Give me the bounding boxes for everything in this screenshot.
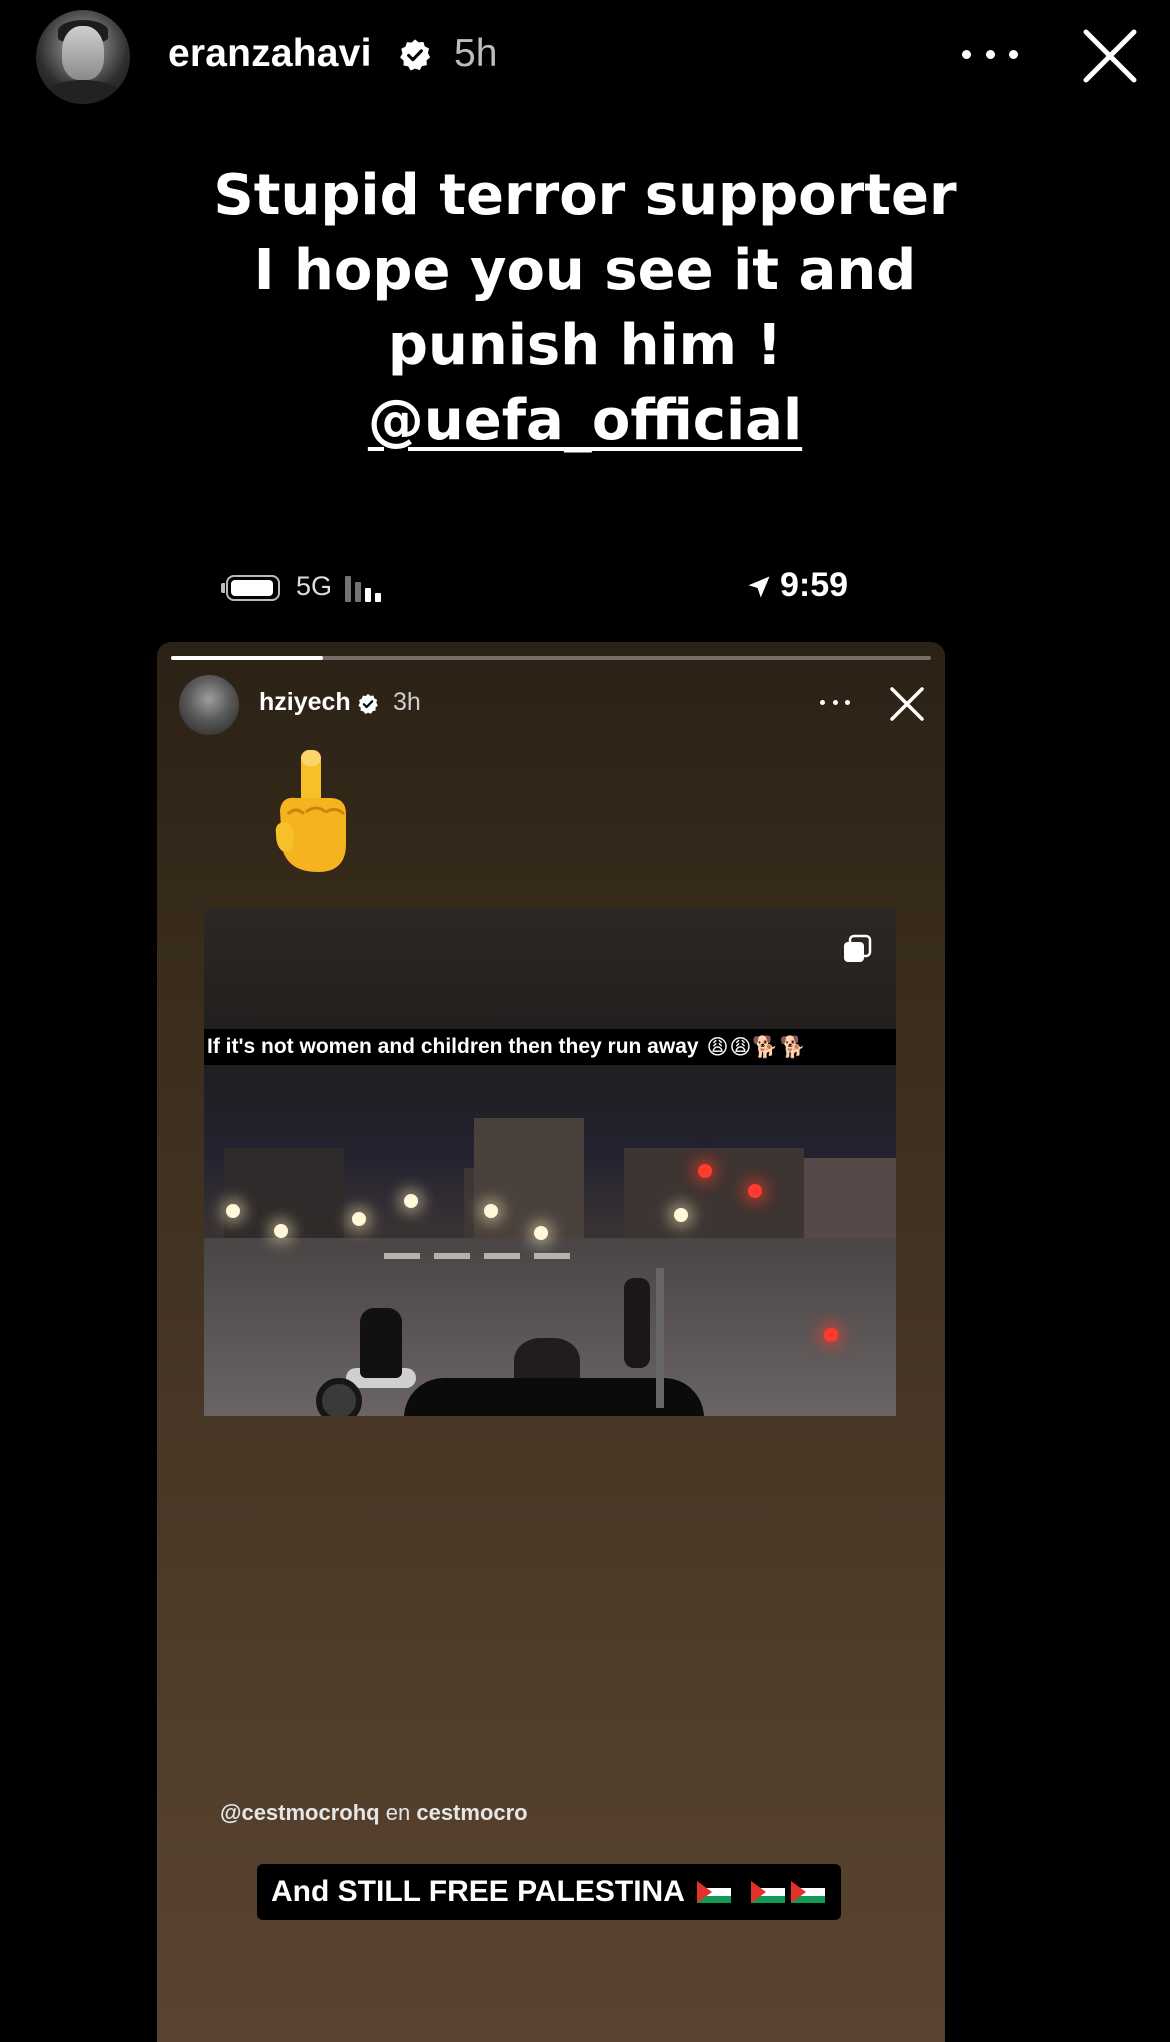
car-light — [824, 1328, 838, 1342]
pedestrian — [624, 1278, 650, 1368]
street-light — [404, 1194, 418, 1208]
background-building — [474, 1118, 584, 1238]
caption-line: punish him ! — [387, 313, 783, 378]
scooter-wheel — [316, 1378, 362, 1416]
sticker-text: And STILL FREE PALESTINA — [271, 1875, 685, 1908]
battery-icon — [226, 575, 280, 601]
street-light — [274, 1224, 288, 1238]
network-type: 5G — [296, 571, 333, 601]
scooter-rider — [360, 1308, 402, 1378]
caption-line: Stupid terror supporter — [213, 163, 957, 228]
street-light — [226, 1204, 240, 1218]
more-options-icon[interactable] — [820, 698, 850, 706]
flag-group — [696, 1881, 825, 1903]
story-caption: Stupid terror supporter I hope you see i… — [140, 158, 1030, 458]
battery-cap — [221, 583, 225, 593]
embedded-story: hziyech 3h If it's not women and childre… — [157, 642, 945, 2042]
story-username[interactable]: eranzahavi — [168, 32, 372, 76]
embedded-avatar[interactable] — [179, 675, 239, 735]
video-text: If it's not women and children then they… — [207, 1035, 699, 1058]
street-light — [484, 1204, 498, 1218]
embedded-username[interactable]: hziyech — [259, 688, 351, 717]
credit-account: cestmocro — [416, 1800, 528, 1825]
video-emojis: 😩😩🐕🐕 — [706, 1035, 807, 1059]
repost-credit[interactable]: @cestmocrohq en cestmocro — [220, 1800, 528, 1826]
caption-line: I hope you see it and — [253, 238, 917, 303]
credit-middle: en — [385, 1800, 411, 1825]
status-clock: 9:59 — [780, 566, 849, 604]
street-light — [352, 1212, 366, 1226]
text-sticker: And STILL FREE PALESTINA — [257, 1864, 841, 1920]
verified-badge-icon — [358, 693, 378, 714]
palestine-flag-icon — [750, 1881, 785, 1903]
story-progress-fill — [171, 656, 323, 660]
copy-icon[interactable] — [840, 932, 874, 966]
palestine-flag-icon — [790, 1881, 825, 1903]
credit-handle: @cestmocrohq — [220, 1800, 380, 1825]
reposted-video[interactable]: If it's not women and children then they… — [204, 908, 896, 1416]
more-options-icon[interactable] — [962, 34, 1018, 74]
location-arrow-icon — [748, 576, 770, 598]
profile-avatar[interactable] — [36, 10, 130, 104]
story-progress-bar — [171, 656, 931, 660]
video-text-overlay: If it's not women and children then they… — [204, 1029, 896, 1065]
story-timestamp: 5h — [454, 32, 498, 75]
street-light — [534, 1226, 548, 1240]
palestine-flag-icon — [696, 1881, 731, 1903]
signal-icon — [345, 576, 387, 602]
middle-finger-emoji — [275, 750, 346, 872]
street-light — [674, 1208, 688, 1222]
close-icon[interactable] — [887, 684, 927, 724]
traffic-light — [748, 1184, 762, 1198]
mention-link[interactable]: @uefa_official — [368, 388, 802, 453]
traffic-pole — [656, 1268, 664, 1408]
verified-badge-icon — [400, 39, 431, 71]
traffic-light — [698, 1164, 712, 1178]
embedded-timestamp: 3h — [393, 688, 421, 716]
close-icon[interactable] — [1078, 24, 1142, 88]
